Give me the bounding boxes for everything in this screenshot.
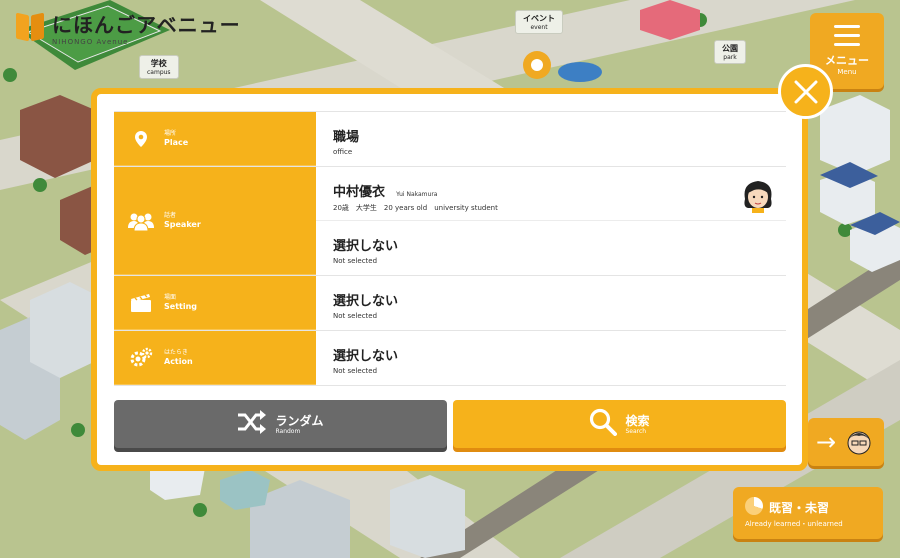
filter-category-speaker: 話者 Speaker — [114, 167, 316, 275]
search-button[interactable]: 検索 Search — [453, 400, 786, 448]
learned-unlearned-button[interactable]: 既習・未習 Already learned・unlearned — [733, 487, 883, 539]
speaker-detail: Not selected — [333, 257, 378, 265]
place-option[interactable]: 職場 office — [316, 112, 786, 166]
speaker-option[interactable]: 選択しない Not selected — [316, 221, 786, 275]
speaker-name: 選択しない — [333, 239, 399, 254]
dialog-actions: ランダム Random 検索 Search — [114, 400, 786, 452]
filter-row-setting: 場面 Setting 選択しない Not selected — [114, 275, 786, 330]
speaker-name: 中村優衣 — [333, 185, 386, 200]
filter-table: 場所 Place 職場 office 話者 Speaker 中村優衣 Yui N… — [114, 111, 786, 386]
filter-category-place: 場所 Place — [114, 112, 316, 166]
place-value: 職場 — [333, 130, 360, 145]
speaker-romaji: Yui Nakamura — [396, 191, 438, 198]
magnifier-icon — [589, 408, 618, 440]
setting-value: 選択しない — [333, 294, 399, 309]
learned-label: 既習・未習 — [769, 501, 830, 515]
filter-row-place: 場所 Place 職場 office — [114, 111, 786, 166]
hamburger-icon — [834, 25, 860, 46]
people-icon — [128, 211, 154, 231]
gears-icon — [128, 347, 154, 369]
menu-label: メニュー — [825, 54, 869, 67]
filter-category-setting: 場面 Setting — [114, 276, 316, 330]
random-label: ランダム — [275, 413, 324, 428]
search-label: 検索 — [625, 413, 650, 428]
pie-chart-icon — [745, 497, 763, 515]
random-button[interactable]: ランダム Random — [114, 400, 447, 448]
book-logo-icon — [16, 12, 46, 42]
action-value: 選択しない — [333, 349, 399, 364]
next-character-button[interactable]: → — [808, 418, 884, 466]
filter-category-action: はたらき Action — [114, 331, 316, 385]
search-filter-dialog: 場所 Place 職場 office 話者 Speaker 中村優衣 Yui N… — [91, 88, 808, 471]
avatar-icon — [744, 181, 772, 213]
close-icon — [794, 80, 817, 103]
location-pin-icon — [128, 130, 154, 147]
action-option[interactable]: 選択しない Not selected — [316, 331, 786, 385]
filter-row-speaker: 話者 Speaker 中村優衣 Yui Nakamura 20歳 大学生 20 … — [114, 166, 786, 275]
app-logo[interactable]: にほんごアベニュー NIHONGO Avenue — [16, 12, 241, 46]
arrow-right-icon: → — [816, 428, 837, 456]
search-label-en: Search — [625, 427, 647, 435]
map-label-campus[interactable]: 学校 campus — [139, 55, 179, 79]
map-label-event[interactable]: イベント event — [515, 10, 563, 34]
shuffle-icon — [237, 410, 267, 438]
speaker-option[interactable]: 中村優衣 Yui Nakamura 20歳 大学生 20 years old u… — [316, 167, 786, 221]
close-button[interactable] — [778, 64, 833, 119]
logo-title: にほんごアベニュー — [52, 13, 241, 37]
filter-row-action: はたらき Action 選択しない Not selected — [114, 330, 786, 386]
logo-subtitle: NIHONGO Avenue — [52, 38, 129, 46]
setting-value-en: Not selected — [333, 312, 378, 320]
action-value-en: Not selected — [333, 367, 378, 375]
clapperboard-icon — [128, 293, 154, 312]
character-face-icon — [847, 431, 871, 455]
map-label-park[interactable]: 公園 park — [714, 40, 746, 64]
speaker-detail: 20歳 大学生 20 years old university student — [333, 204, 498, 212]
random-label-en: Random — [275, 427, 301, 435]
setting-option[interactable]: 選択しない Not selected — [316, 276, 786, 330]
place-value-en: office — [333, 148, 353, 156]
learned-label-en: Already learned・unlearned — [745, 520, 843, 528]
